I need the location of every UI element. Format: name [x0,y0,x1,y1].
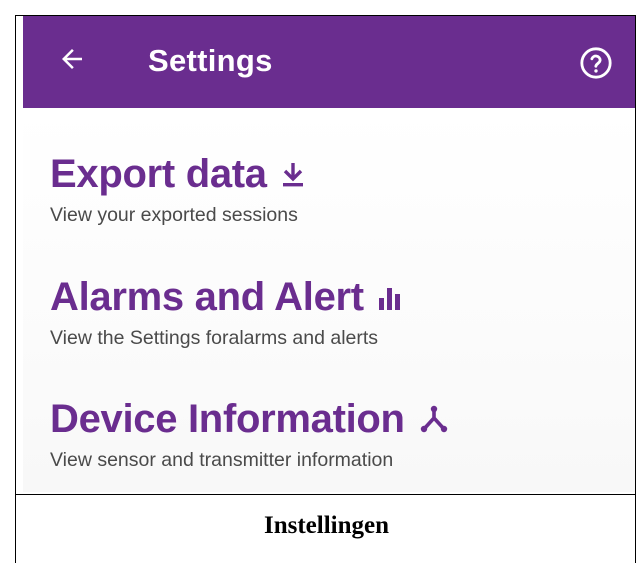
settings-list: Export data View your exported sessions … [23,108,635,492]
alarms-and-alert-subtitle: View the Settings foralarms and alerts [50,327,379,349]
device-information-subtitle: View sensor and transmitter information [50,449,394,471]
device-information-title: Device Information [50,397,405,441]
help-circle-icon[interactable] [579,46,613,80]
export-data-title-row: Export data [50,150,305,198]
download-icon [281,161,305,187]
alarms-title-row: Alarms and Alert [50,273,406,321]
device-information-item[interactable]: Device Information View sensor and trans… [50,395,449,472]
export-data-subtitle: View your exported sessions [50,204,298,226]
export-data-title: Export data [50,152,267,196]
figure-caption: Instellingen [263,512,390,539]
screenshot-frame: Settings Export data View your exported … [15,15,636,563]
bar-chart-icon [378,284,406,310]
device-hub-icon [419,405,449,433]
export-data-item[interactable]: Export data View your exported sessions [50,150,305,227]
device-title-row: Device Information [50,395,449,443]
caption-divider [16,494,635,495]
page-title: Settings [148,43,273,78]
arrow-left-icon[interactable] [57,44,87,74]
alarms-and-alert-item[interactable]: Alarms and Alert View the Settings foral… [50,273,406,350]
alarms-and-alert-title: Alarms and Alert [50,275,364,319]
app-bar: Settings [23,16,635,108]
